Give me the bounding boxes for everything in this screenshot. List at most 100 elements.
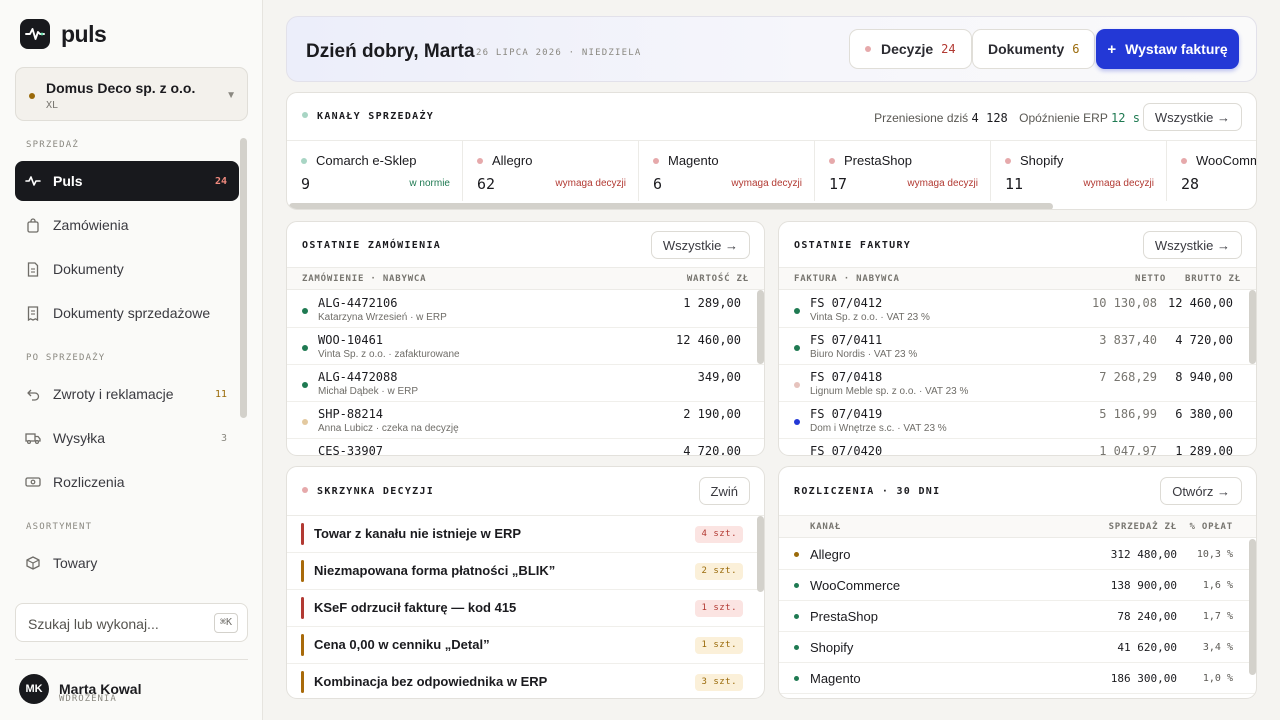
decisions-button[interactable]: Decyzje 24 [849, 29, 972, 69]
table-row[interactable]: WOO-10461 Vinta Sp. z o.o. · zafakturowan… [287, 328, 764, 365]
invoices-scrollbar[interactable] [1249, 290, 1256, 364]
sidebar-item-shipping[interactable]: Wysyłka 3 [15, 418, 239, 458]
truck-icon [25, 430, 41, 446]
invoices-table-header: FAKTURA · NABYWCA NETTO BRUTTO ZŁ [779, 267, 1256, 290]
channel-status: wymaga decyzji [907, 178, 978, 189]
sidebar-item-products[interactable]: Towary [15, 543, 239, 583]
decision-item[interactable]: KSeF odrzucił fakturę — kod 415 1 szt. [287, 590, 764, 627]
panel-title-text: SKRZYNKA DECYZJI [317, 486, 435, 497]
orders-all-button[interactable]: Wszystkie → [650, 231, 750, 259]
decision-item[interactable]: Kombinacja bez odpowiednika w ERP 3 szt. [287, 664, 764, 698]
col-net: NETTO [1135, 274, 1167, 284]
table-row[interactable]: WooCommerce 138 900,00 1,6 % [779, 570, 1256, 601]
channel-card[interactable]: Magento 6 wymaga decyzji [639, 141, 815, 201]
user-profile[interactable]: MK Marta Kowal WDROŻENIA [19, 674, 141, 704]
channels-all-button[interactable]: Wszystkie → [1142, 103, 1242, 131]
channel-strip: Comarch e-Sklep 9 w normie Allegro 62 wymaga … [287, 140, 1256, 201]
invoices-all-button[interactable]: Wszystkie → [1142, 231, 1242, 259]
company-size: XL [46, 100, 59, 111]
table-row[interactable]: FS 07/0411 Biuro Nordis · VAT 23 % 3 837,4… [779, 328, 1256, 365]
channel-header: Magento [653, 153, 719, 168]
moved-today-label: Przeniesione dziś [874, 111, 969, 125]
channel-card[interactable]: PrestaShop 17 wymaga decyzji [815, 141, 991, 201]
invoice-gross: 8 940,00 [1175, 370, 1233, 384]
panel-title: KANAŁY SPRZEDAŻY [302, 111, 434, 122]
orders-scrollbar[interactable] [757, 290, 764, 364]
col-gross: BRUTTO ZŁ [1185, 274, 1241, 284]
page-title: Dzień dobry, Marta [306, 41, 475, 62]
table-row[interactable]: ALG-4472106 Katarzyna Wrzesień · w ERP 1 2… [287, 291, 764, 328]
sidebar-item-label: Zwroty i reklamacje [53, 386, 174, 402]
table-row[interactable]: Magento 186 300,00 1,0 % [779, 663, 1256, 694]
invoice-net: 10 130,08 [1091, 296, 1157, 310]
sidebar-item-puls[interactable]: Puls 24 [15, 161, 239, 201]
moved-today-a: 4 [971, 111, 979, 125]
table-row[interactable]: Shopify 41 620,00 3,4 % [779, 632, 1256, 663]
sidebar-scrollbar[interactable] [240, 138, 247, 418]
channel-status-dot [301, 158, 307, 164]
order-buyer: Michał Dąbek · w ERP [318, 386, 419, 397]
channel-name: Comarch e-Sklep [316, 153, 417, 168]
table-row[interactable]: SHP-88214 Anna Lubicz · czeka na decyzję 2… [287, 402, 764, 439]
settlements-open-button[interactable]: Otwórz → [1160, 477, 1242, 505]
table-row[interactable]: FS 07/0418 Lignum Meble sp. z o.o. · VAT … [779, 365, 1256, 402]
row-status-dot [794, 676, 799, 681]
col-channel: KANAŁ [810, 522, 842, 532]
sidebar-item-orders[interactable]: Zamówienia [15, 205, 239, 245]
documents-button[interactable]: Dokumenty 6 [972, 29, 1096, 69]
user-role: WDROŻENIA [59, 694, 117, 704]
decision-item[interactable]: Towar z kanału nie istnieje w ERP 4 szt. [287, 516, 764, 553]
command-search-input[interactable]: Szukaj lub wykonaj... ⌘K [15, 603, 248, 642]
table-row[interactable]: Allegro 312 480,00 10,3 % [779, 539, 1256, 570]
channel-status: w normie [409, 178, 450, 189]
col-invoice: FAKTURA · NABYWCA [794, 274, 900, 284]
pulse-icon [25, 173, 41, 189]
table-row[interactable]: FS 07/0412 Vinta Sp. z o.o. · VAT 23 % 10 … [779, 291, 1256, 328]
channel-card[interactable]: Shopify 11 wymaga decyzji [991, 141, 1167, 201]
invoice-gross: 4 720,00 [1175, 333, 1233, 347]
table-row[interactable]: CES-33907 4 720,00 [287, 439, 764, 455]
table-row[interactable]: PrestaShop 78 240,00 1,7 % [779, 601, 1256, 632]
collapse-button[interactable]: Zwiń [698, 477, 750, 505]
search-placeholder: Szukaj lub wykonaj... [28, 616, 159, 632]
banknote-icon [25, 474, 41, 490]
receipt-icon [25, 305, 41, 321]
invoice-gross: 12 460,00 [1167, 296, 1233, 310]
channel-status-dot [477, 158, 483, 164]
decision-count-badge: 3 szt. [695, 674, 743, 691]
col-value: WARTOŚĆ ZŁ [686, 274, 749, 284]
channel-card[interactable]: Allegro 62 wymaga decyzji [463, 141, 639, 201]
issue-invoice-label: Wystaw fakturę [1125, 41, 1228, 57]
decision-text: Towar z kanału nie istnieje w ERP [314, 526, 522, 541]
document-icon [25, 261, 41, 277]
sidebar-item-returns[interactable]: Zwroty i reklamacje 11 [15, 374, 239, 414]
settlements-scrollbar[interactable] [1249, 539, 1256, 675]
table-row[interactable]: FS 07/0419 Dom i Wnętrze s.c. · VAT 23 % 5… [779, 402, 1256, 439]
panel-status-dot [302, 112, 308, 118]
channel-card[interactable]: WooCommerce 28 [1167, 141, 1256, 201]
sidebar-item-documents[interactable]: Dokumenty [15, 249, 239, 289]
invoice-buyer: Dom i Wnętrze s.c. · VAT 23 % [810, 423, 947, 434]
severity-bar [301, 560, 304, 582]
table-row[interactable]: FS 07/0420 1 047,97 1 289,00 [779, 439, 1256, 455]
decision-item[interactable]: Niezmapowana forma płatności „BLIK” 2 szt… [287, 553, 764, 590]
settlement-fee: 3,4 % [1202, 642, 1233, 653]
app-logo[interactable]: puls [20, 19, 107, 49]
horizontal-scrollbar[interactable] [289, 203, 1053, 209]
channel-header: Comarch e-Sklep [301, 153, 416, 168]
table-row[interactable]: ALG-4472088 Michał Dąbek · w ERP 349,00 [287, 365, 764, 402]
settlement-sales: 138 900,00 [1110, 579, 1177, 592]
nav-section-sales: SPRZEDAŻ [26, 140, 79, 150]
decision-item[interactable]: Cena 0,00 w cenniku „Detal” 1 szt. [287, 627, 764, 664]
company-switcher[interactable]: Domus Deco sp. z o.o. XL ▼ [15, 67, 248, 121]
invoice-number: FS 07/0412 [810, 296, 883, 310]
settlement-channel: Shopify [810, 640, 854, 655]
decisions-scrollbar[interactable] [757, 516, 764, 592]
sidebar-item-sales-documents[interactable]: Dokumenty sprzedażowe [15, 293, 239, 333]
box-icon [25, 555, 41, 571]
issue-invoice-button[interactable]: + Wystaw fakturę [1096, 29, 1239, 69]
sidebar-item-settlements[interactable]: Rozliczenia [15, 462, 239, 502]
current-date: 26 LIPCA 2026 · NIEDZIELA [476, 48, 642, 58]
channel-card[interactable]: Comarch e-Sklep 9 w normie [287, 141, 463, 201]
settlement-channel: PrestaShop [810, 609, 878, 624]
